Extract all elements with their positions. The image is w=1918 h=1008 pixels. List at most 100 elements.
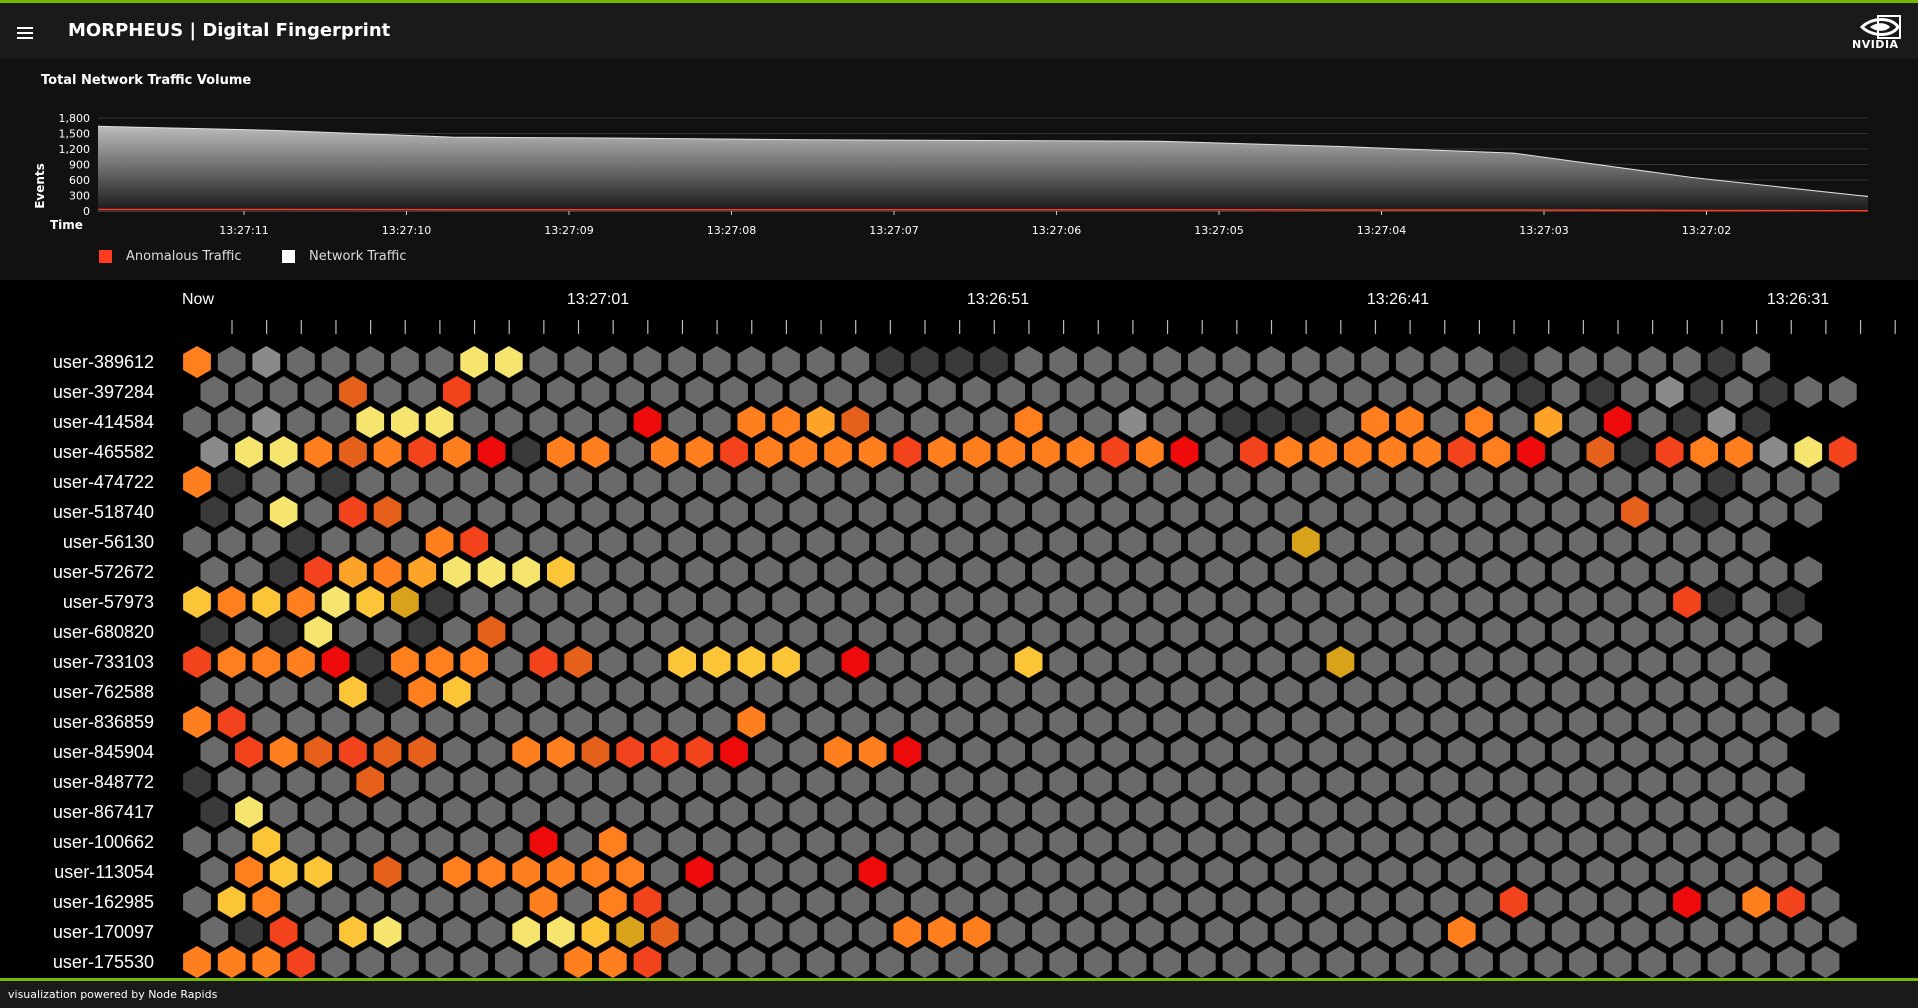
event-hexagon[interactable] (235, 796, 263, 828)
event-hexagon[interactable] (1465, 886, 1493, 918)
event-hexagon[interactable] (1430, 406, 1459, 438)
event-hexagon[interactable] (1014, 526, 1043, 558)
event-hexagon[interactable] (720, 496, 748, 528)
event-hexagon[interactable] (1499, 826, 1528, 858)
event-hexagon[interactable] (200, 496, 229, 528)
event-hexagon[interactable] (1170, 556, 1199, 588)
event-hexagon[interactable] (1725, 856, 1753, 888)
event-hexagon[interactable] (1101, 436, 1130, 468)
event-hexagon[interactable] (650, 376, 679, 408)
event-hexagon[interactable] (980, 706, 1008, 738)
event-hexagon[interactable] (754, 916, 783, 948)
event-hexagon[interactable] (1014, 766, 1043, 798)
event-hexagon[interactable] (1551, 616, 1580, 648)
event-hexagon[interactable] (235, 496, 263, 528)
event-hexagon[interactable] (1222, 706, 1251, 738)
event-hexagon[interactable] (1673, 466, 1701, 498)
event-hexagon[interactable] (737, 406, 766, 438)
event-hexagon[interactable] (616, 436, 644, 468)
event-hexagon[interactable] (477, 376, 506, 408)
event-hexagon[interactable] (841, 706, 870, 738)
event-hexagon[interactable] (425, 706, 454, 738)
event-hexagon[interactable] (962, 796, 991, 828)
user-label[interactable]: user-836859 (53, 712, 154, 732)
event-hexagon[interactable] (547, 496, 575, 528)
event-hexagon[interactable] (1257, 586, 1285, 618)
event-hexagon[interactable] (1326, 646, 1355, 678)
event-hexagon[interactable] (1465, 586, 1493, 618)
event-hexagon[interactable] (928, 376, 956, 408)
event-hexagon[interactable] (1153, 946, 1182, 978)
event-hexagon[interactable] (824, 736, 852, 768)
event-hexagon[interactable] (304, 856, 333, 888)
event-hexagon[interactable] (1430, 646, 1459, 678)
event-hexagon[interactable] (269, 676, 298, 708)
event-hexagon[interactable] (529, 646, 558, 678)
event-hexagon[interactable] (1084, 826, 1112, 858)
event-hexagon[interactable] (1742, 706, 1771, 738)
event-hexagon[interactable] (1482, 856, 1511, 888)
user-label[interactable]: user-867417 (53, 802, 154, 822)
event-hexagon[interactable] (997, 436, 1026, 468)
event-hexagon[interactable] (1257, 946, 1285, 978)
event-hexagon[interactable] (1482, 556, 1511, 588)
event-hexagon[interactable] (304, 436, 333, 468)
event-hexagon[interactable] (1326, 406, 1355, 438)
event-hexagon[interactable] (1395, 886, 1424, 918)
legend-item-anomalous[interactable]: Anomalous Traffic (99, 249, 241, 264)
event-hexagon[interactable] (858, 736, 887, 768)
event-hexagon[interactable] (1655, 436, 1684, 468)
event-hexagon[interactable] (945, 526, 974, 558)
event-hexagon[interactable] (287, 766, 315, 798)
event-hexagon[interactable] (495, 946, 523, 978)
event-hexagon[interactable] (1707, 346, 1736, 378)
event-hexagon[interactable] (1291, 646, 1320, 678)
event-hexagon[interactable] (668, 526, 696, 558)
event-hexagon[interactable] (1638, 526, 1667, 558)
event-hexagon[interactable] (1829, 916, 1857, 948)
event-hexagon[interactable] (893, 676, 922, 708)
event-hexagon[interactable] (1395, 646, 1424, 678)
event-hexagon[interactable] (720, 376, 748, 408)
hamburger-menu-icon[interactable] (17, 27, 33, 41)
event-hexagon[interactable] (1049, 586, 1078, 618)
event-hexagon[interactable] (1291, 706, 1320, 738)
event-hexagon[interactable] (962, 556, 991, 588)
event-hexagon[interactable] (183, 586, 211, 618)
event-hexagon[interactable] (252, 346, 281, 378)
event-hexagon[interactable] (1759, 436, 1788, 468)
event-hexagon[interactable] (876, 466, 904, 498)
event-hexagon[interactable] (235, 856, 263, 888)
event-hexagon[interactable] (1603, 526, 1632, 558)
event-hexagon[interactable] (1742, 646, 1771, 678)
event-hexagon[interactable] (304, 616, 333, 648)
event-hexagon[interactable] (1655, 496, 1684, 528)
event-hexagon[interactable] (581, 616, 610, 648)
legend-item-network[interactable]: Network Traffic (282, 249, 406, 264)
event-hexagon[interactable] (858, 376, 887, 408)
event-hexagon[interactable] (1291, 406, 1320, 438)
event-hexagon[interactable] (1274, 556, 1303, 588)
event-hexagon[interactable] (1049, 406, 1078, 438)
event-hexagon[interactable] (772, 466, 800, 498)
event-hexagon[interactable] (1170, 796, 1199, 828)
event-hexagon[interactable] (1638, 886, 1667, 918)
event-hexagon[interactable] (1084, 946, 1112, 978)
event-hexagon[interactable] (477, 796, 506, 828)
event-hexagon[interactable] (1378, 376, 1407, 408)
event-hexagon[interactable] (945, 346, 974, 378)
event-hexagon[interactable] (997, 376, 1026, 408)
event-hexagon[interactable] (1222, 886, 1251, 918)
event-hexagon[interactable] (962, 496, 991, 528)
event-hexagon[interactable] (1569, 766, 1597, 798)
event-hexagon[interactable] (252, 826, 281, 858)
event-hexagon[interactable] (1447, 616, 1476, 648)
event-hexagon[interactable] (217, 466, 246, 498)
event-hexagon[interactable] (1395, 826, 1424, 858)
event-hexagon[interactable] (1240, 856, 1268, 888)
event-hexagon[interactable] (997, 616, 1026, 648)
event-hexagon[interactable] (1274, 796, 1303, 828)
event-hexagon[interactable] (980, 826, 1008, 858)
event-hexagon[interactable] (1517, 676, 1545, 708)
event-hexagon[interactable] (495, 766, 523, 798)
